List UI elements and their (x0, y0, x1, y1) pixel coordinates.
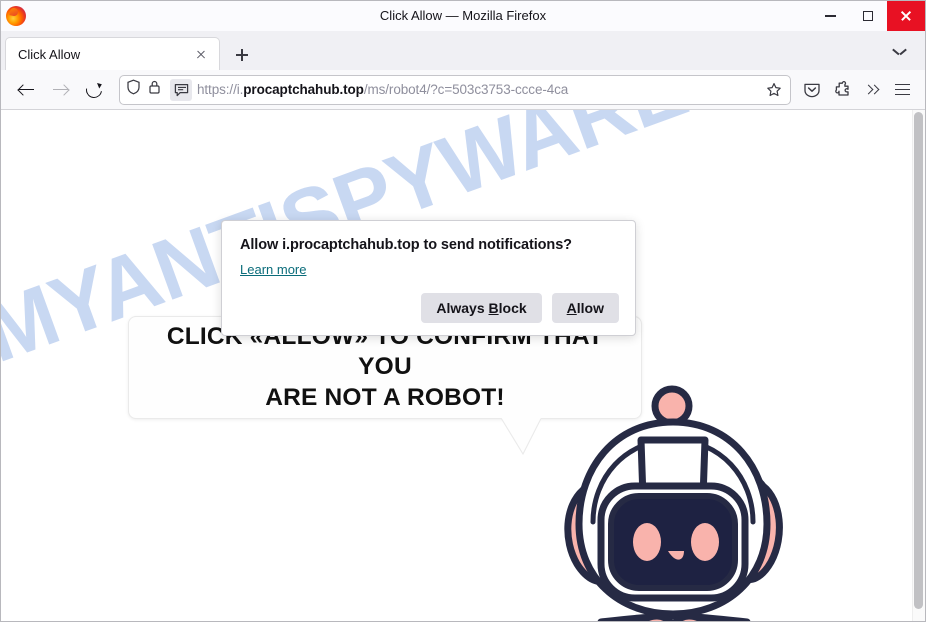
firefox-logo-icon (6, 6, 26, 26)
permission-popup-actions: Always Block Allow (240, 293, 619, 323)
always-block-post: lock (498, 300, 527, 316)
star-icon[interactable] (762, 78, 786, 102)
url-text: https://i.procaptchahub.top/ms/robot4/?c… (197, 82, 762, 97)
always-block-button[interactable]: Always Block (421, 293, 542, 323)
speech-bubble-tail (501, 418, 543, 456)
double-chevron-right-icon (863, 83, 880, 97)
always-block-accel: B (488, 300, 499, 316)
scrollbar-thumb[interactable] (914, 112, 923, 609)
robot-mascot-illustration (557, 382, 837, 621)
arrow-right-icon (52, 83, 69, 97)
minimize-button[interactable] (811, 1, 849, 31)
notification-permission-popup: Allow i.procaptchahub.top to send notifi… (221, 220, 636, 336)
arrow-left-icon (18, 83, 35, 97)
hamburger-menu-icon (894, 83, 910, 96)
tab-click-allow[interactable]: Click Allow (5, 37, 220, 70)
app-menu-button[interactable] (887, 75, 917, 105)
firefox-window: Click Allow — Mozilla Firefox Click Allo… (0, 0, 926, 622)
allow-post: llow (576, 300, 604, 316)
maximize-icon (863, 11, 873, 21)
tab-strip: Click Allow (1, 31, 925, 70)
window-controls (811, 1, 925, 31)
page-scrollbar[interactable] (912, 110, 925, 621)
allow-button[interactable]: Allow (551, 293, 619, 323)
url-path: /ms/robot4/?c=503c3753-ccce-4ca (363, 82, 569, 97)
maximize-button[interactable] (849, 1, 887, 31)
window-title: Click Allow — Mozilla Firefox (379, 8, 547, 23)
minimize-icon (824, 15, 836, 17)
padlock-icon[interactable] (148, 79, 170, 101)
url-scheme: https://i. (197, 82, 244, 97)
notification-bubble-icon[interactable] (170, 78, 192, 101)
forward-button[interactable] (43, 75, 77, 105)
new-tab-button[interactable] (226, 40, 258, 70)
pocket-button[interactable] (797, 75, 827, 105)
back-button[interactable] (9, 75, 43, 105)
reload-icon (86, 82, 102, 98)
overflow-button[interactable] (857, 75, 887, 105)
url-host: procaptchahub.top (243, 82, 364, 97)
shield-icon[interactable] (126, 79, 148, 101)
always-block-pre: Always (436, 300, 489, 316)
allow-accel: A (566, 300, 577, 316)
reload-button[interactable] (77, 75, 111, 105)
navigation-toolbar: https://i.procaptchahub.top/ms/robot4/?c… (1, 70, 925, 110)
learn-more-link[interactable]: Learn more (240, 262, 306, 277)
close-icon (900, 10, 912, 22)
address-bar[interactable]: https://i.procaptchahub.top/ms/robot4/?c… (119, 74, 791, 105)
permission-popup-title: Allow i.procaptchahub.top to send notifi… (240, 237, 572, 253)
chevron-down-icon[interactable] (889, 42, 911, 64)
title-bar: Click Allow — Mozilla Firefox (1, 1, 925, 31)
instruction-line-2: ARE NOT A ROBOT! (265, 383, 505, 411)
close-window-button[interactable] (887, 1, 925, 31)
tab-label: Click Allow (18, 46, 81, 62)
page-content: MYANTISPYWARE.COM CLICK «ALLOW» TO CONFI… (1, 110, 925, 621)
tab-close-icon[interactable] (191, 44, 211, 64)
extensions-button[interactable] (827, 75, 857, 105)
